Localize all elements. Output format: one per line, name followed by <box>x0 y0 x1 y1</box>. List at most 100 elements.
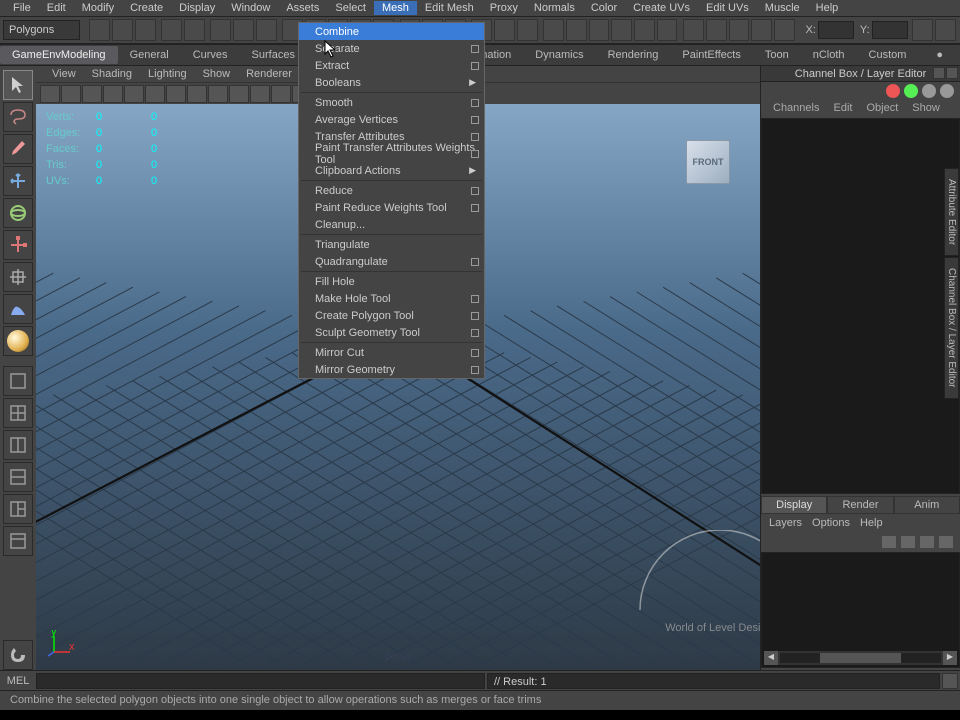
menu-file[interactable]: File <box>5 1 39 15</box>
show-manip-tool[interactable] <box>3 326 33 356</box>
layout-out[interactable] <box>3 526 33 556</box>
layout-icon[interactable] <box>657 19 678 41</box>
menu-item-smooth[interactable]: Smooth <box>299 94 484 111</box>
shelf-tab-custom[interactable]: Custom <box>857 46 919 64</box>
misc-icon[interactable] <box>935 19 956 41</box>
shelf-tab-general[interactable]: General <box>118 46 181 64</box>
cb-menu-object[interactable]: Object <box>859 100 905 118</box>
menu-item-create-polygon-tool[interactable]: Create Polygon Tool <box>299 307 484 324</box>
channel-toggle-icon[interactable] <box>886 84 900 98</box>
layout-icon[interactable] <box>634 19 655 41</box>
menu-item-paint-transfer-attributes-weights-tool[interactable]: Paint Transfer Attributes Weights Tool <box>299 145 484 162</box>
menu-item-fill-hole[interactable]: Fill Hole <box>299 273 484 290</box>
layer-tab-render[interactable]: Render <box>827 496 893 514</box>
layer-menu-layers[interactable]: Layers <box>769 517 802 529</box>
command-input[interactable] <box>36 673 485 689</box>
menu-edit[interactable]: Edit <box>39 1 74 15</box>
channel-toggle-icon[interactable] <box>904 84 918 98</box>
panel-tool-icon[interactable] <box>124 85 144 103</box>
save-scene-icon[interactable] <box>135 19 156 41</box>
menu-edit-mesh[interactable]: Edit Mesh <box>417 1 482 15</box>
panel-tool-icon[interactable] <box>166 85 186 103</box>
menu-item-mirror-geometry[interactable]: Mirror Geometry <box>299 361 484 378</box>
panel-menu-renderer[interactable]: Renderer <box>238 67 300 81</box>
toggle-icon[interactable] <box>706 19 727 41</box>
shelf-tab-painteffects[interactable]: PaintEffects <box>670 46 753 64</box>
rotate-tool[interactable] <box>3 198 33 228</box>
menu-window[interactable]: Window <box>223 1 278 15</box>
menu-normals[interactable]: Normals <box>526 1 583 15</box>
open-scene-icon[interactable] <box>112 19 133 41</box>
option-box-icon[interactable] <box>471 258 479 266</box>
new-layer-icon[interactable] <box>881 535 897 549</box>
panel-menu-lighting[interactable]: Lighting <box>140 67 195 81</box>
menu-select[interactable]: Select <box>327 1 374 15</box>
new-layer-icon[interactable] <box>900 535 916 549</box>
soft-mod-tool[interactable] <box>3 294 33 324</box>
menu-item-booleans[interactable]: Booleans▶ <box>299 74 484 91</box>
option-box-icon[interactable] <box>471 116 479 124</box>
panel-tool-icon[interactable] <box>103 85 123 103</box>
toggle-icon[interactable] <box>774 19 795 41</box>
new-scene-icon[interactable] <box>89 19 110 41</box>
option-box-icon[interactable] <box>471 99 479 107</box>
scroll-left-icon[interactable]: ◀ <box>764 651 778 665</box>
scale-tool[interactable] <box>3 230 33 260</box>
cb-menu-edit[interactable]: Edit <box>826 100 859 118</box>
layer-menu-help[interactable]: Help <box>860 517 883 529</box>
shelf-tab-surfaces[interactable]: Surfaces <box>240 46 307 64</box>
undo-icon[interactable] <box>161 19 182 41</box>
paint-select-tool[interactable] <box>3 134 33 164</box>
redo-icon[interactable] <box>184 19 205 41</box>
option-box-icon[interactable] <box>471 187 479 195</box>
channel-toggle-icon[interactable] <box>940 84 954 98</box>
menu-item-reduce[interactable]: Reduce <box>299 182 484 199</box>
option-box-icon[interactable] <box>471 312 479 320</box>
menu-create[interactable]: Create <box>122 1 171 15</box>
panel-tool-icon[interactable] <box>145 85 165 103</box>
option-box-icon[interactable] <box>471 349 479 357</box>
shelf-tab-toon[interactable]: Toon <box>753 46 801 64</box>
menu-item-combine[interactable]: Combine <box>299 23 484 40</box>
side-tab-attribute-editor[interactable]: Attribute Editor <box>944 168 959 256</box>
script-language-label[interactable]: MEL <box>0 675 36 687</box>
new-layer-icon[interactable] <box>938 535 954 549</box>
close-icon[interactable] <box>933 67 945 79</box>
toggle-icon[interactable] <box>729 19 750 41</box>
scroll-right-icon[interactable]: ▶ <box>943 651 957 665</box>
panel-tool-icon[interactable] <box>61 85 81 103</box>
channel-toggle-icon[interactable] <box>922 84 936 98</box>
menu-color[interactable]: Color <box>583 1 625 15</box>
cb-menu-show[interactable]: Show <box>905 100 947 118</box>
lasso-tool[interactable] <box>3 102 33 132</box>
select-component-icon[interactable] <box>256 19 277 41</box>
panel-tool-icon[interactable] <box>271 85 291 103</box>
render-settings-icon[interactable] <box>517 19 538 41</box>
y-input[interactable] <box>872 21 908 39</box>
menu-item-extract[interactable]: Extract <box>299 57 484 74</box>
menu-item-mirror-cut[interactable]: Mirror Cut <box>299 344 484 361</box>
layer-tab-anim[interactable]: Anim <box>894 496 960 514</box>
layout-two-v[interactable] <box>3 430 33 460</box>
menu-item-quadrangulate[interactable]: Quadrangulate <box>299 253 484 270</box>
channel-box-body[interactable] <box>761 118 960 494</box>
panel-tool-icon[interactable] <box>82 85 102 103</box>
menu-create-uvs[interactable]: Create UVs <box>625 1 698 15</box>
menu-item-clipboard-actions[interactable]: Clipboard Actions▶ <box>299 162 484 179</box>
x-input[interactable] <box>818 21 854 39</box>
select-hierarchy-icon[interactable] <box>210 19 231 41</box>
side-tab-channel-box-layer-editor[interactable]: Channel Box / Layer Editor <box>944 257 959 399</box>
layout-three[interactable] <box>3 494 33 524</box>
view-cube[interactable]: FRONT <box>686 140 730 184</box>
script-editor-icon[interactable] <box>942 673 958 689</box>
panel-menu-view[interactable]: View <box>44 67 84 81</box>
menu-help[interactable]: Help <box>808 1 847 15</box>
close-icon[interactable] <box>946 67 958 79</box>
layer-list[interactable]: ◀▶ <box>761 552 960 668</box>
menu-edit-uvs[interactable]: Edit UVs <box>698 1 757 15</box>
menu-item-separate[interactable]: Separate <box>299 40 484 57</box>
menu-set-dropdown[interactable]: Polygons <box>3 20 80 40</box>
menu-item-make-hole-tool[interactable]: Make Hole Tool <box>299 290 484 307</box>
shelf-tab-gameenvmodeling[interactable]: GameEnvModeling <box>0 46 118 64</box>
menu-proxy[interactable]: Proxy <box>482 1 526 15</box>
